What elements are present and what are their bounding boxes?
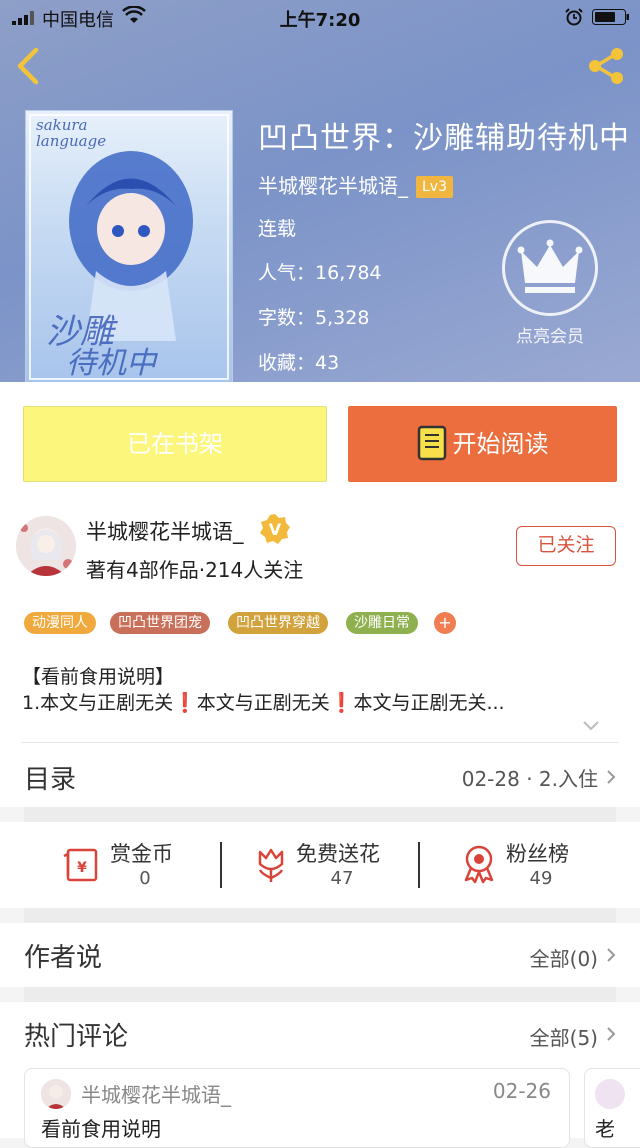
hot-comments-all[interactable]: 全部(5) (530, 1022, 598, 1051)
fans-value: 49 (529, 868, 553, 889)
comment-avatar[interactable] (41, 1079, 71, 1109)
stat-divider (220, 842, 222, 888)
comment-date: 02-26 (492, 1079, 551, 1103)
start-reading-label: 开始阅读 (452, 430, 549, 458)
tag-anime-fanfic[interactable]: 动漫同人 (24, 612, 96, 634)
author-says-title: 作者说 (24, 943, 103, 973)
flowers-label: 免费送花 (296, 842, 380, 866)
avatar-illustration (41, 1079, 71, 1109)
toc-latest-chapter: 02-28 · 2.入住 (461, 767, 598, 791)
author-stats: 著有4部作品·214人关注 (86, 558, 304, 582)
author-section: 半城樱花半城语_ V 著有4部作品·214人关注 已关注 动漫同人 凹凸世界团宠… (0, 500, 640, 744)
author-avatar[interactable] (16, 516, 76, 576)
flowers-value: 47 (330, 868, 354, 889)
vip-button[interactable] (502, 220, 598, 316)
crown-icon (517, 239, 583, 293)
medal-icon (464, 845, 494, 884)
book-cover[interactable]: 沙雕 待机中 sakura language (25, 110, 233, 382)
level-badge: Lv3 (416, 176, 453, 198)
section-gap (24, 807, 616, 822)
comment-card[interactable]: 半城樱花半城语_ 02-26 看前食用说明 (24, 1068, 570, 1148)
support-stats: ¥ 赏金币 0 免费送花 47 粉丝榜 49 (0, 822, 640, 908)
in-bookshelf-button[interactable]: 已在书架 (23, 406, 327, 482)
book-title: 凹凸世界：沙雕辅助待机中 (258, 121, 630, 156)
popularity-value: 16,784 (315, 262, 382, 284)
clock-time: 上午7:20 (279, 10, 361, 31)
status-bar: 中国电信 上午7:20 (0, 0, 640, 36)
comment-user[interactable]: 半城樱花半城语_ (81, 1079, 231, 1108)
fans-label: 粉丝榜 (506, 842, 569, 866)
popularity-stat: 人气：16,784 (258, 258, 382, 285)
chevron-down-icon[interactable] (582, 720, 600, 732)
description-title: 【看前食用说明】 (22, 666, 175, 688)
author-name[interactable]: 半城樱花半城语_ (86, 516, 244, 546)
favorites-stat: 收藏：43 (258, 348, 339, 375)
comment-card[interactable]: 老 (584, 1068, 640, 1148)
battery-icon (592, 9, 629, 25)
free-flowers-stat[interactable]: 免费送花 47 (250, 822, 400, 908)
hot-comments-title: 热门评论 (24, 1022, 129, 1052)
flower-icon (258, 848, 284, 882)
tag-time-travel[interactable]: 凹凸世界穿越 (228, 612, 328, 634)
book-icon (417, 425, 446, 461)
word-count-label: 字数： (258, 307, 316, 329)
book-author-line[interactable]: 半城樱花半城语_ Lv3 (258, 170, 453, 199)
svg-text:V: V (269, 520, 282, 539)
section-gap (24, 908, 616, 923)
verified-v-icon: V (260, 514, 290, 544)
svg-text:待机中: 待机中 (66, 346, 159, 381)
author-says-row[interactable]: 作者说 全部(0) (0, 923, 640, 987)
popularity-label: 人气： (258, 262, 316, 284)
chevron-right-icon[interactable] (606, 1026, 616, 1042)
comment-avatar[interactable] (595, 1079, 625, 1109)
word-count-value: 5,328 (315, 307, 370, 329)
tag-daily-comedy[interactable]: 沙雕日常 (346, 612, 418, 634)
svg-text:¥: ¥ (77, 860, 87, 876)
cover-title-text: sakura language (36, 116, 107, 150)
toc-title: 目录 (24, 765, 77, 795)
serial-status: 连载 (258, 218, 297, 240)
tag-team-pet[interactable]: 凹凸世界团宠 (110, 612, 210, 634)
favorites-label: 收藏： (258, 352, 316, 374)
followed-button[interactable]: 已关注 (516, 526, 616, 566)
vip-label[interactable]: 点亮会员 (490, 322, 610, 347)
cover-illustration: 沙雕 待机中 (29, 114, 229, 381)
back-arrow-icon[interactable] (14, 46, 44, 86)
stat-divider (418, 842, 420, 888)
reward-label: 赏金币 (110, 842, 173, 866)
avatar-illustration (16, 516, 76, 576)
chevron-right-icon (607, 770, 616, 784)
fan-ranking-stat[interactable]: 粉丝榜 49 (460, 822, 590, 908)
red-envelope-icon: ¥ (63, 848, 98, 882)
alarm-icon (565, 8, 583, 26)
book-author-name[interactable]: 半城樱花半城语_ (258, 174, 408, 198)
book-header: 中国电信 上午7:20 沙雕 待机中 sakura language 凹凸世界：… (0, 0, 640, 382)
share-icon[interactable] (584, 44, 628, 88)
section-gap (24, 987, 616, 1002)
description-text: 1.本文与正剧无关❗本文与正剧无关❗本文与正剧无关... (22, 692, 505, 714)
reward-coins-stat[interactable]: ¥ 赏金币 0 (60, 822, 200, 908)
favorites-value: 43 (315, 352, 340, 374)
toc-row[interactable]: 目录 02-28 · 2.入住 (0, 743, 640, 807)
author-says-all: 全部(0) (529, 947, 598, 971)
action-bar: 已在书架 开始阅读 (0, 382, 640, 500)
chevron-right-icon (607, 948, 616, 962)
reward-value: 0 (139, 868, 151, 889)
start-reading-button[interactable]: 开始阅读 (348, 406, 617, 482)
word-count-stat: 字数：5,328 (258, 303, 369, 330)
more-tags-button[interactable]: + (434, 612, 456, 634)
